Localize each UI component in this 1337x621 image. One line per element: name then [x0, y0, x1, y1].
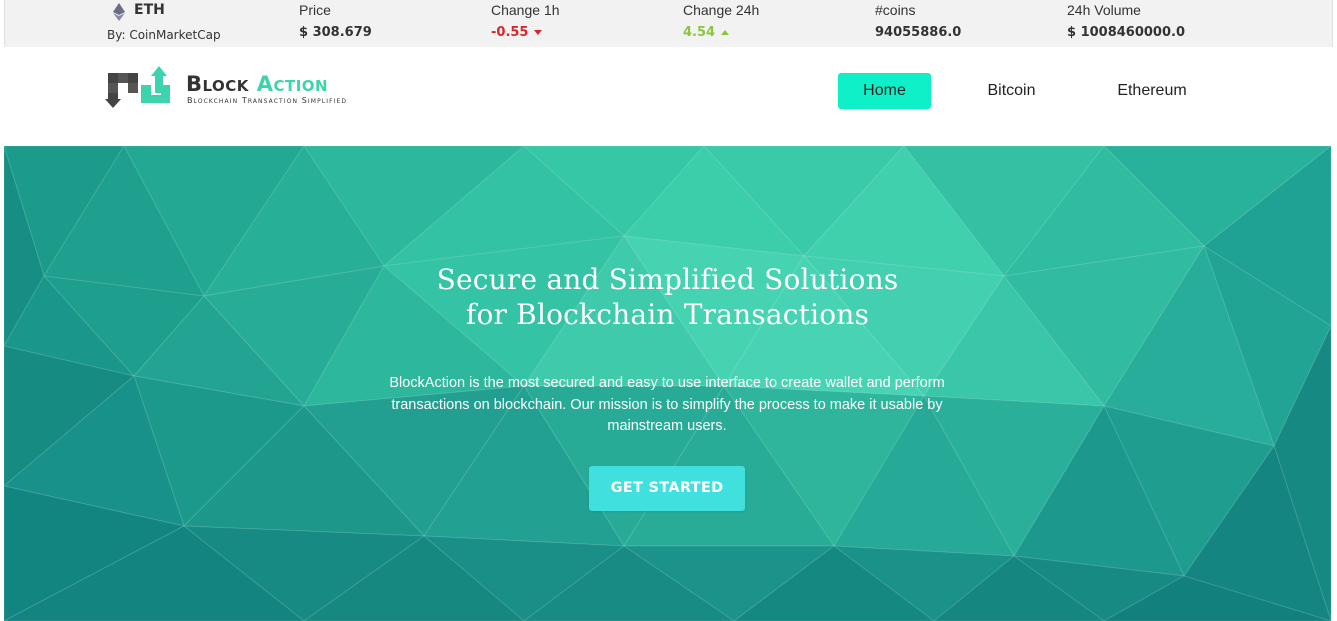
brand-name: Block Action — [186, 72, 328, 96]
ticker-label: Change 24h — [683, 2, 760, 18]
coin-symbol: ETH — [134, 2, 165, 18]
ticker-label: 24h Volume — [1067, 2, 1141, 18]
hero-description: BlockAction is the most secured and easy… — [389, 375, 945, 434]
nav-ethereum[interactable]: Ethereum — [1100, 73, 1204, 109]
brand-tagline: Blockchain Transaction Simplified — [187, 96, 348, 105]
hero-title-line1: Secure and Simplified Solutions — [436, 263, 899, 296]
arrow-up-icon — [721, 30, 730, 35]
block-action-logo-icon — [105, 66, 170, 108]
nav-bitcoin[interactable]: Bitcoin — [965, 73, 1058, 109]
crypto-ticker-bar: ETH By: CoinMarketCap Price $ 308.679 Ch… — [4, 0, 1333, 47]
ticker-label: Change 1h — [491, 2, 560, 18]
ticker-value: 94055886.0 — [875, 25, 962, 40]
ethereum-icon — [113, 3, 125, 21]
hero-title: Secure and Simplified Solutions for Bloc… — [4, 262, 1331, 332]
ticker-value-text: -0.55 — [491, 25, 529, 40]
hero-title-line2: for Blockchain Transactions — [465, 298, 870, 331]
ticker-value: $ 308.679 — [299, 25, 372, 40]
ticker-label: #coins — [875, 2, 916, 18]
ticker-value: 4.54 — [683, 25, 730, 40]
ticker-source-label: By: CoinMarketCap — [107, 28, 221, 42]
hero-section: Secure and Simplified Solutions for Bloc… — [4, 146, 1331, 621]
nav-home[interactable]: Home — [838, 73, 931, 109]
ticker-value: $ 1008460000.0 — [1067, 25, 1186, 40]
get-started-button[interactable]: GET STARTED — [589, 466, 745, 511]
ticker-value: -0.55 — [491, 25, 543, 40]
arrow-down-icon — [534, 30, 543, 35]
ticker-value-text: 4.54 — [683, 25, 716, 40]
brand-name-part1: Block — [186, 72, 249, 96]
ticker-label: Price — [299, 2, 331, 18]
site-header: Block Action Blockchain Transaction Simp… — [0, 47, 1337, 146]
brand-name-part2: Action — [256, 72, 329, 96]
